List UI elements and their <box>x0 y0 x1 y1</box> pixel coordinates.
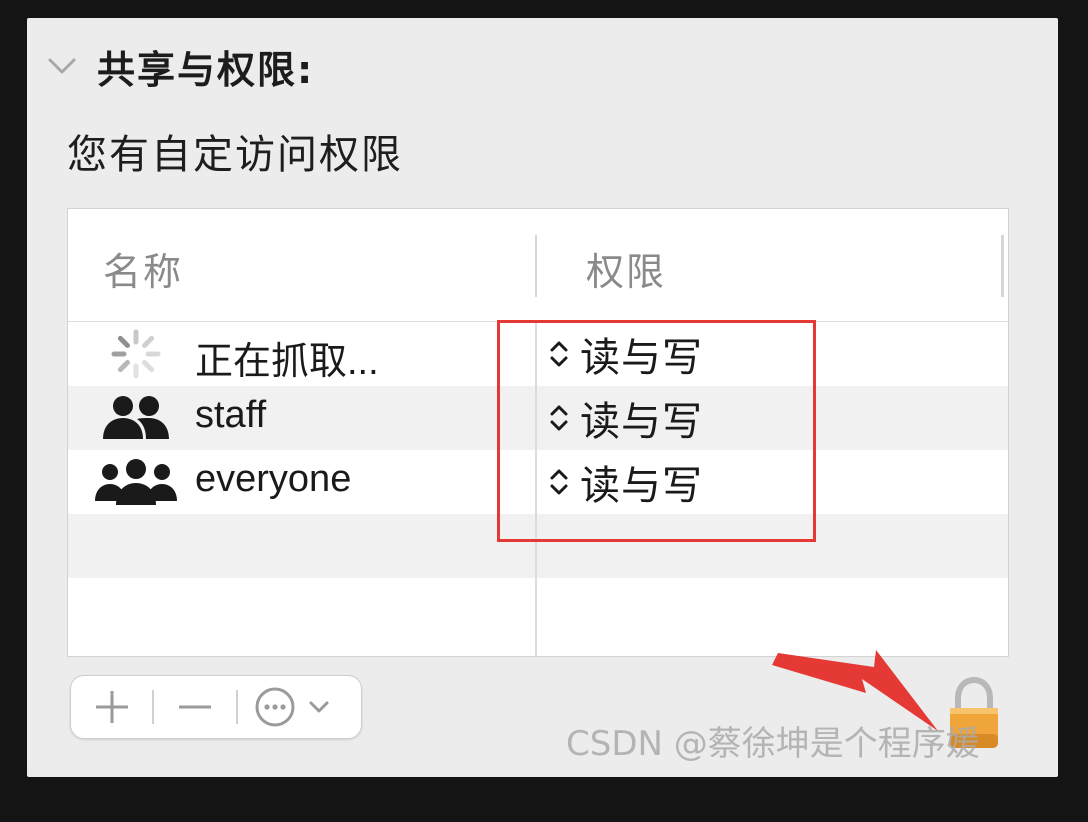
section-title: 共享与权限: <box>97 47 315 92</box>
table-body: 正在抓取... 读与写 staff 读与写 everyone 读与写 <box>68 322 1008 656</box>
up-down-chevron-icon <box>546 403 572 433</box>
table-row-empty <box>68 514 1008 578</box>
permission-value: 读与写 <box>580 399 703 445</box>
column-divider <box>535 322 537 656</box>
permission-popup[interactable]: 读与写 <box>546 456 703 509</box>
row-name: everyone <box>195 458 352 500</box>
up-down-chevron-icon <box>546 339 572 369</box>
add-button[interactable] <box>71 676 152 738</box>
spinner-icon <box>94 328 178 380</box>
permissions-table: 名称 权限 正在抓取... 读与写 staff 读与写 everyone 读与写 <box>67 208 1009 657</box>
table-header: 名称 权限 <box>68 209 1008 323</box>
remove-button[interactable] <box>154 676 235 738</box>
chevron-down-icon <box>309 701 329 713</box>
more-actions-button[interactable] <box>238 676 361 738</box>
row-name: 正在抓取... <box>195 341 379 383</box>
group-icon <box>94 392 178 444</box>
table-row[interactable]: staff 读与写 <box>68 386 1008 450</box>
permission-popup[interactable]: 读与写 <box>546 392 703 445</box>
table-row-empty <box>68 578 1008 642</box>
permission-value: 读与写 <box>580 335 703 381</box>
chevron-down-icon[interactable] <box>45 51 79 81</box>
access-description: 您有自定访问权限 <box>67 132 403 178</box>
permission-popup[interactable]: 读与写 <box>546 328 703 381</box>
sharing-permissions-panel: 共享与权限: 您有自定访问权限 名称 权限 正在抓取... 读与写 staff … <box>27 18 1058 777</box>
watermark-text: CSDN @蔡徐坤是个程序媛 <box>566 724 980 764</box>
table-row[interactable]: everyone 读与写 <box>68 450 1008 514</box>
column-header-permission[interactable]: 权限 <box>586 241 666 296</box>
table-row[interactable]: 正在抓取... 读与写 <box>68 322 1008 386</box>
permission-value: 读与写 <box>580 463 703 509</box>
column-resize-handle[interactable] <box>535 235 537 297</box>
column-header-name[interactable]: 名称 <box>103 241 183 296</box>
up-down-chevron-icon <box>546 467 572 497</box>
ellipsis-circle-icon <box>255 687 295 727</box>
toolbar-button-group <box>70 675 362 739</box>
row-name: staff <box>195 394 267 436</box>
column-divider <box>1001 235 1004 297</box>
section-header: 共享与权限: <box>45 44 314 92</box>
everyone-icon <box>94 456 178 508</box>
